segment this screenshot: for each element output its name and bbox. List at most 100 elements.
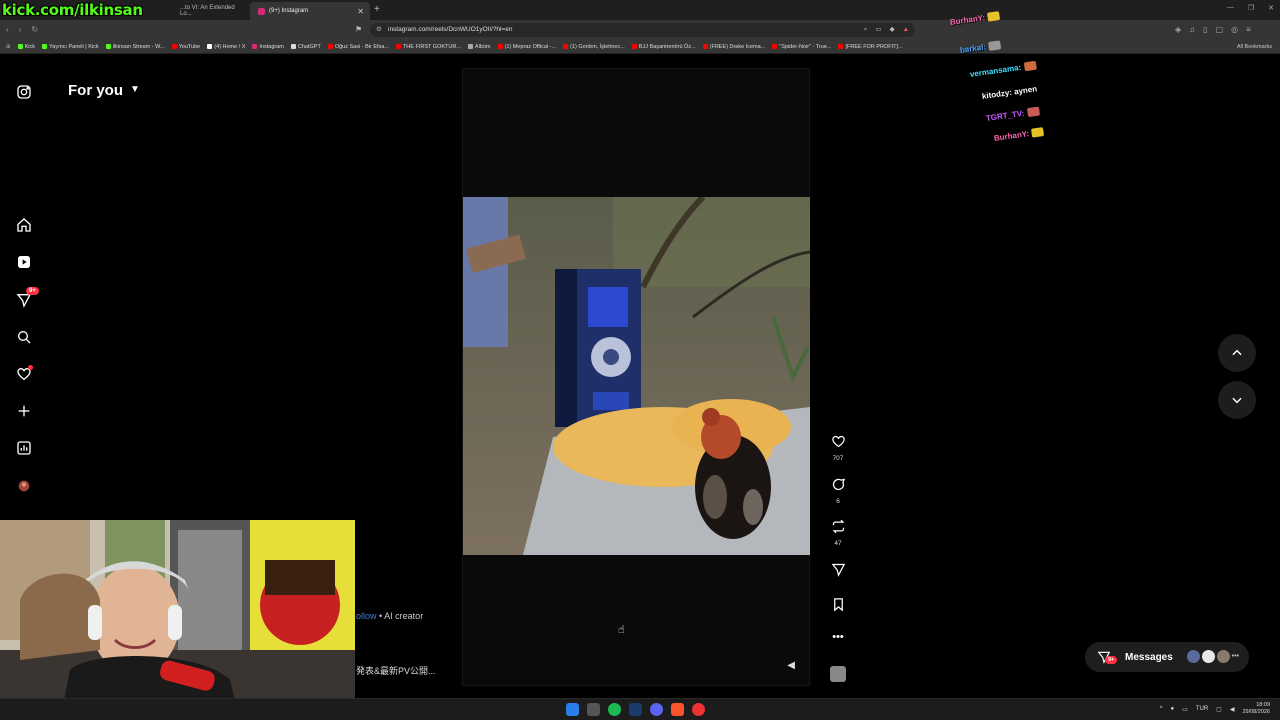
reels-icon[interactable] [14, 252, 34, 272]
rewards-icon[interactable]: ▲ [903, 23, 909, 37]
volume-tray-icon[interactable]: ◀ [1230, 706, 1235, 713]
chevron-down-icon[interactable]: ▼ [130, 84, 140, 95]
chevron-up-icon [1232, 349, 1242, 356]
feed-title[interactable]: For you [68, 82, 123, 99]
bookmark-item[interactable]: "Spider-Noir" - True... [772, 44, 831, 50]
microphone-icon[interactable]: ● [1171, 706, 1175, 712]
shield-icon[interactable]: ◆ [890, 23, 895, 37]
profile-avatar[interactable] [14, 476, 34, 496]
new-tab-icon[interactable]: + [374, 4, 380, 15]
messages-badge: 9+ [1105, 656, 1118, 664]
follow-button[interactable]: ollow [356, 611, 377, 621]
repost-button[interactable]: 47 [826, 519, 850, 547]
save-button[interactable] [826, 597, 850, 617]
bookmark-item[interactable]: Albüm [467, 44, 491, 50]
chat-message: BurhanY: [949, 11, 1001, 27]
bookmark-item[interactable]: BJJ Başantrenörü Öz... [631, 44, 696, 50]
bookmark-label: (1) Mepraz Offical -... [504, 43, 557, 50]
clock[interactable]: 18:09 29/08/2026 [1242, 702, 1270, 716]
notifications-heart-icon[interactable] [14, 364, 34, 384]
steam-icon[interactable] [629, 703, 642, 716]
tab-label: ...to VI: An Extended Lo... [180, 5, 235, 17]
bookmark-item[interactable]: [FREE FOR PROFIT]... [838, 44, 903, 50]
volume-icon[interactable]: ◀ [787, 660, 795, 671]
chat-username: TGRT_TV: [985, 108, 1025, 123]
home-icon[interactable] [14, 215, 34, 235]
task-view-icon[interactable] [587, 703, 600, 716]
kick-handle-overlay: kick.com/ilkinsan [2, 1, 143, 19]
clock-date: 29/08/2026 [1242, 709, 1270, 715]
bookmark-item[interactable]: (1) Mepraz Offical -... [497, 43, 557, 50]
chat-emote-icon [1031, 127, 1045, 138]
reload-icon[interactable]: ↻ [31, 25, 38, 34]
creator-info: ollow • AI creator [356, 611, 423, 621]
tray-chevron-icon[interactable]: ^ [1160, 706, 1163, 712]
bookmark-item[interactable]: Instagram [252, 44, 284, 50]
chat-username: BurhanY: [949, 13, 986, 27]
brave-icon[interactable] [671, 703, 684, 716]
next-reel-button[interactable] [1218, 381, 1256, 419]
reel-caption[interactable]: 発表&最新PV公開... [356, 664, 436, 677]
create-plus-icon[interactable] [14, 401, 34, 421]
bookmark-label: ChatGPT [297, 43, 321, 50]
bookmark-item[interactable]: Yayıncı Paneli | Kick [42, 44, 99, 50]
start-icon[interactable] [566, 703, 579, 716]
zoom-icon[interactable]: ⌕ [864, 23, 868, 37]
like-button[interactable]: 707 [826, 434, 850, 462]
reel-video[interactable] [463, 197, 810, 555]
back-icon[interactable]: ‹ [6, 25, 9, 34]
audio-thumbnail[interactable] [830, 666, 846, 682]
bookmark-item[interactable]: ChatGPT [290, 43, 321, 50]
bookmark-item[interactable]: Kick [17, 44, 35, 50]
browser-tab-previous[interactable]: ...to VI: An Extended Lo... [172, 2, 248, 20]
more-options-icon[interactable]: ••• [826, 632, 850, 643]
bookmark-page-icon[interactable]: ⚑ [355, 25, 362, 34]
chat-message: barkal: [959, 40, 1002, 55]
comment-button[interactable]: 6 [826, 477, 850, 505]
direct-messages-icon[interactable]: 9+ [14, 287, 39, 310]
obs-icon[interactable] [692, 703, 705, 716]
previous-reel-button[interactable] [1218, 334, 1256, 372]
chat-message: TGRT_TV: [985, 106, 1040, 124]
chat-emote-icon [987, 11, 1001, 22]
messages-button[interactable]: 9+ Messages ••• [1085, 642, 1249, 672]
bookmark-label: THE FIRST GOKTUR... [402, 43, 461, 50]
bookmark-item[interactable]: ilkinsan Stream - W... [105, 44, 165, 50]
spotify-icon[interactable] [608, 703, 621, 716]
dashboard-icon[interactable] [14, 438, 34, 458]
language-indicator[interactable]: TUR [1196, 706, 1208, 712]
forward-icon[interactable]: › [19, 25, 22, 34]
bookmark-label: Oğuz Sasi - Bir Efsa... [334, 43, 389, 50]
site-info-icon[interactable]: ⚙ [376, 23, 382, 37]
network-icon[interactable]: ▢ [1216, 706, 1222, 713]
chat-emote-icon [1026, 106, 1040, 118]
red-dot-indicator [28, 365, 33, 370]
bookmark-favicon-icon [290, 44, 296, 49]
bookmark-item[interactable]: THE FIRST GOKTUR... [395, 43, 461, 50]
bookmark-item[interactable]: (4) Home / X [207, 44, 245, 50]
apps-grid-icon[interactable]: ⊞ [6, 44, 11, 50]
cast-icon[interactable]: ▭ [875, 23, 881, 37]
chat-username: barkal: [959, 42, 987, 55]
bookmark-item[interactable]: (FREE) Drake Icema... [702, 44, 765, 50]
bookmark-label: Yayıncı Paneli | Kick [49, 43, 99, 50]
reel-container[interactable]: ◀ [462, 68, 810, 686]
bookmark-favicon-icon [207, 44, 213, 49]
url-field[interactable]: ⚙ instagram.com/reels/DcnWUO1yOIl/?hl=en… [370, 23, 915, 37]
monitor-icon[interactable]: ▭ [1182, 706, 1188, 713]
bookmark-item[interactable]: Oğuz Sasi - Bir Efsa... [327, 43, 389, 50]
browser-tab-instagram[interactable]: (9+) Instagram ✕ [250, 2, 370, 20]
discord-icon[interactable] [650, 703, 663, 716]
heart-icon [831, 435, 845, 448]
bookmark-item[interactable]: (1) Gordon, İşletmec... [563, 44, 625, 50]
messages-label: Messages [1125, 651, 1173, 663]
bookmark-favicon-icon [497, 44, 503, 49]
close-tab-icon[interactable]: ✕ [357, 7, 364, 16]
chat-emote-icon [1023, 61, 1037, 72]
repost-icon [832, 519, 844, 534]
instagram-logo-icon[interactable] [14, 82, 34, 102]
search-icon[interactable] [14, 327, 34, 347]
bookmark-favicon-icon [42, 44, 47, 49]
bookmark-item[interactable]: YouTube [171, 44, 200, 50]
share-button[interactable] [826, 562, 850, 582]
